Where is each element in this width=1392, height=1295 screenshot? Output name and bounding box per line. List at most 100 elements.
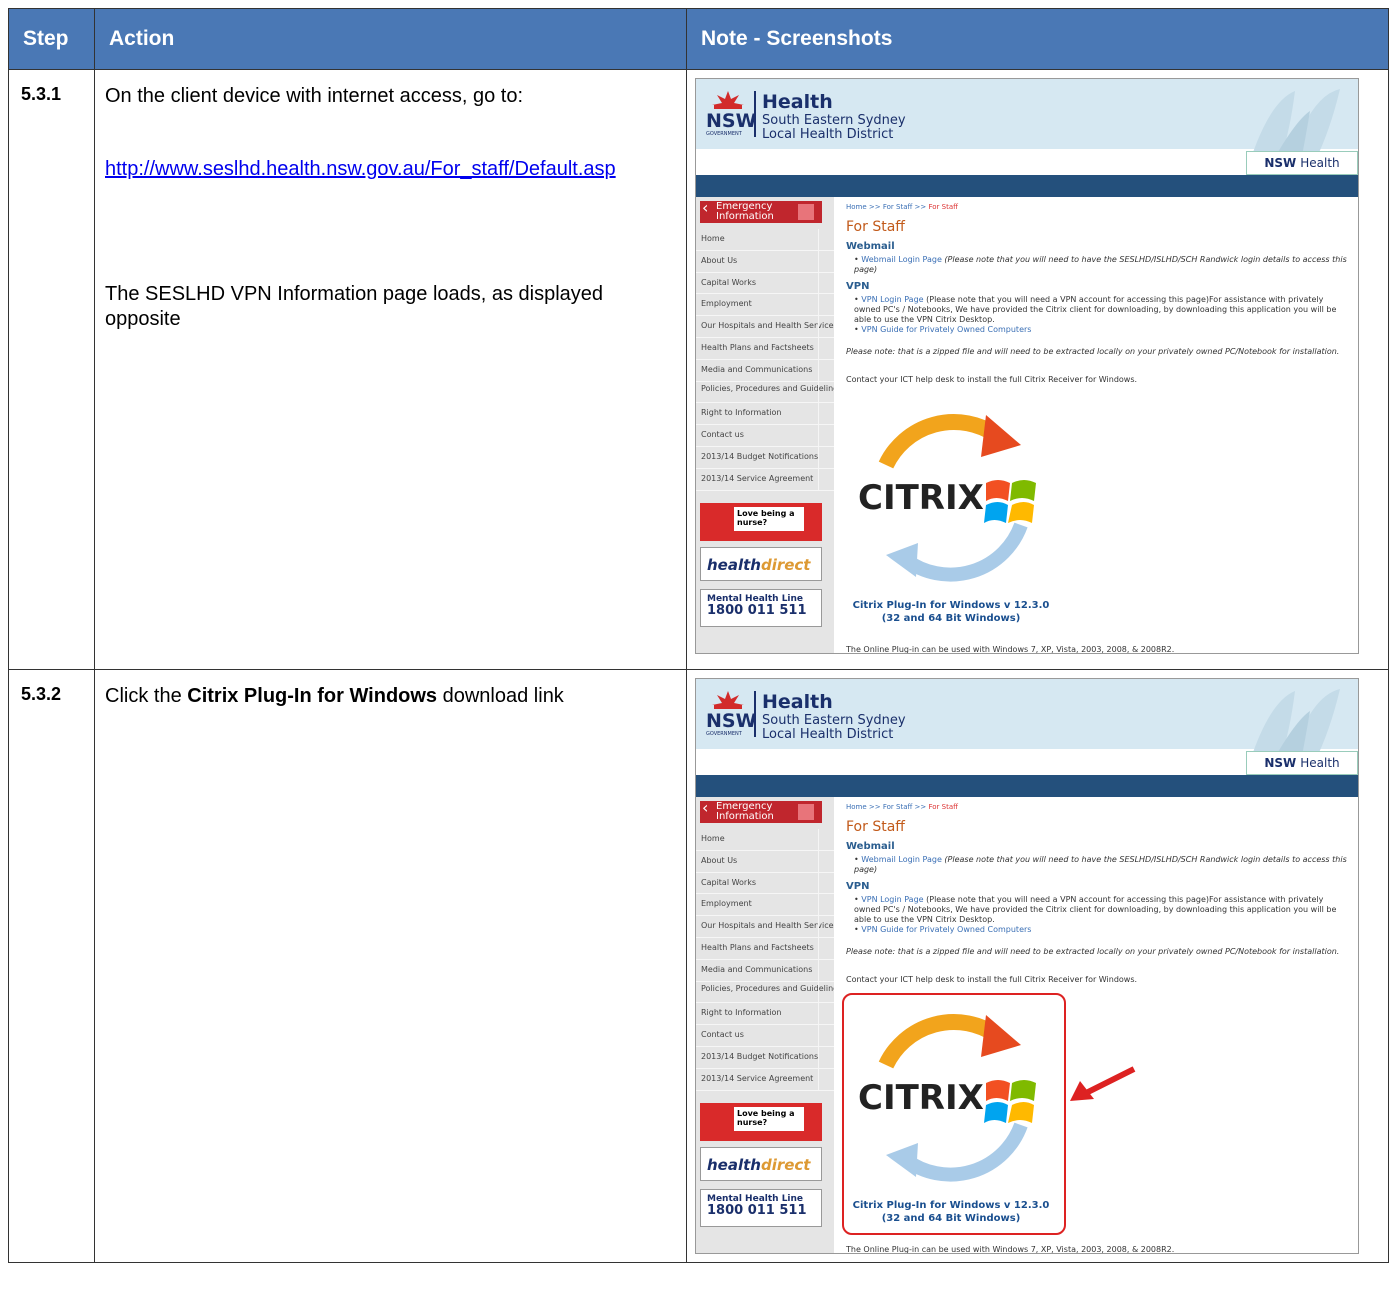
waratah-icon <box>712 691 744 709</box>
header-step: Step <box>8 8 95 70</box>
sidebar-nav-item[interactable]: Policies, Procedures and Guidelines <box>696 981 834 1004</box>
action-cell: On the client device with internet acces… <box>94 69 687 670</box>
sidebar-nav-item[interactable]: 2013/14 Budget Notifications <box>696 1046 834 1069</box>
webmail-item: • Webmail Login Page (Please note that y… <box>854 855 1347 874</box>
sidebar-nav-item[interactable]: Health Plans and Factsheets <box>696 937 834 960</box>
cross-icon <box>798 204 814 220</box>
chevron-left-icon: ‹ <box>702 198 709 217</box>
mental-health-line-banner[interactable]: Mental Health Line 1800 011 511 <box>700 589 822 627</box>
sidebar-nav-item[interactable]: Right to Information <box>696 403 834 426</box>
sidebar-nav-item[interactable]: Employment <box>696 894 834 917</box>
svg-text:CITRIX: CITRIX <box>858 478 984 518</box>
health-title: Health <box>762 691 833 713</box>
nurse-ad-banner[interactable]: Love being a nurse? <box>700 503 822 541</box>
district-name: South Eastern Sydney <box>762 113 906 128</box>
nsw-logo: NSW <box>706 710 757 732</box>
sidebar-nav-item[interactable]: Contact us <box>696 425 834 447</box>
vpn-items: • VPN Login Page (Please note that you w… <box>854 895 1337 934</box>
vpn-guide-link[interactable]: VPN Guide for Privately Owned Computers <box>861 925 1031 934</box>
action-result-text: The SESLHD VPN Information page loads, a… <box>105 283 604 330</box>
sidebar-nav-item[interactable]: Capital Works <box>696 272 834 295</box>
action-cell: Click the Citrix Plug-In for Windows dow… <box>94 669 687 1263</box>
district-name-2: Local Health District <box>762 127 894 142</box>
webmail-heading: Webmail <box>846 841 895 852</box>
chevron-left-icon: ‹ <box>702 798 709 817</box>
sidebar-nav-item[interactable]: Employment <box>696 294 834 317</box>
breadcrumb: Home >> For Staff >> For Staff <box>846 203 958 211</box>
district-name-2: Local Health District <box>762 727 894 742</box>
zip-note: Please note: that is a zipped file and w… <box>846 347 1340 356</box>
nsw-logo: NSW <box>706 110 757 132</box>
health-title: Health <box>762 91 833 113</box>
table-header-row: Step Action Note - Screenshots <box>8 8 1389 70</box>
site-navbar <box>696 775 1358 797</box>
healthdirect-ad-banner[interactable]: healthdirect <box>700 547 822 581</box>
citrix-plugin-download-link[interactable]: CITRIX <box>846 395 1056 595</box>
website-screenshot: NSW GOVERNMENT Health South Eastern Sydn… <box>695 78 1359 654</box>
sidebar-nav-item[interactable]: 2013/14 Budget Notifications <box>696 446 834 469</box>
contact-note: Contact your ICT help desk to install th… <box>846 975 1138 984</box>
webmail-item: • Webmail Login Page (Please note that y… <box>854 255 1347 274</box>
vpn-guide-link[interactable]: VPN Guide for Privately Owned Computers <box>861 325 1031 334</box>
sidebar-nav-item[interactable]: Contact us <box>696 1025 834 1047</box>
step-number: 5.3.1 <box>8 69 95 670</box>
header-note: Note - Screenshots <box>686 8 1389 70</box>
district-name: South Eastern Sydney <box>762 713 906 728</box>
citrix-plugin-caption[interactable]: Citrix Plug-In for Windows v 12.3.0 (32 a… <box>846 599 1056 625</box>
vpn-items: • VPN Login Page (Please note that you w… <box>854 295 1337 334</box>
site-navbar <box>696 175 1358 197</box>
highlight-box <box>842 993 1066 1235</box>
step-number: 5.3.2 <box>8 669 95 1263</box>
sidebar-nav-item[interactable]: Media and Communications <box>696 359 834 382</box>
webmail-login-link[interactable]: Webmail Login Page <box>861 255 942 264</box>
seslhd-link[interactable]: http://www.seslhd.health.nsw.gov.au/For_… <box>105 157 676 182</box>
sidebar-nav-item[interactable]: Right to Information <box>696 1003 834 1026</box>
nurse-ad-banner[interactable]: Love being a nurse? <box>700 1103 822 1141</box>
sidebar-nav-item[interactable]: Media and Communications <box>696 959 834 982</box>
sidebar-nav-item[interactable]: About Us <box>696 850 834 873</box>
waratah-icon <box>712 91 744 109</box>
sidebar-nav-item[interactable]: Home <box>696 229 834 251</box>
procedure-table: Step Action Note - Screenshots 5.3.1 On … <box>8 8 1389 1263</box>
nsw-health-tab[interactable]: NSW Health <box>1246 151 1358 175</box>
sidebar-nav-item[interactable]: Capital Works <box>696 872 834 895</box>
sidebar-nav-item[interactable]: Our Hospitals and Health Services <box>696 316 834 338</box>
red-arrow-icon <box>1070 1066 1136 1101</box>
action-text-pre: Click the <box>105 685 188 707</box>
sidebar-nav-item[interactable]: 2013/14 Service Agreement <box>696 1068 834 1091</box>
site-header: NSW GOVERNMENT Health South Eastern Sydn… <box>696 679 1358 766</box>
healthdirect-ad-banner[interactable]: healthdirect <box>700 1147 822 1181</box>
online-plugin-note: The Online Plug-in can be used with Wind… <box>846 1245 1175 1254</box>
screenshot-cell: NSW GOVERNMENT Health South Eastern Sydn… <box>686 69 1389 670</box>
sidebar-nav-item[interactable]: Policies, Procedures and Guidelines <box>696 381 834 404</box>
emergency-information-button[interactable]: ‹ Emergency Information <box>700 798 822 823</box>
sidebar-nav-item[interactable]: About Us <box>696 250 834 273</box>
vpn-heading: VPN <box>846 881 870 892</box>
screenshot-cell: NSW GOVERNMENT Health South Eastern Sydn… <box>686 669 1389 1263</box>
sidebar-nav-item[interactable]: Health Plans and Factsheets <box>696 337 834 360</box>
mental-health-line-banner[interactable]: Mental Health Line 1800 011 511 <box>700 1189 822 1227</box>
zip-note: Please note: that is a zipped file and w… <box>846 947 1340 956</box>
sidebar-nav-item[interactable]: Home <box>696 829 834 851</box>
government-label: GOVERNMENT <box>706 131 742 137</box>
action-text: On the client device with internet acces… <box>105 85 523 107</box>
sidebar-nav-item[interactable]: 2013/14 Service Agreement <box>696 468 834 491</box>
header-action: Action <box>94 8 687 70</box>
breadcrumb: Home >> For Staff >> For Staff <box>846 803 958 811</box>
site-header: NSW GOVERNMENT Health South Eastern Sydn… <box>696 79 1358 166</box>
sidebar-nav: Home About Us Capital Works Employment Our H… <box>696 829 834 1091</box>
table-row: 5.3.2 Click the Citrix Plug-In for Windo… <box>8 669 1389 1263</box>
government-label: GOVERNMENT <box>706 731 742 737</box>
vpn-login-link[interactable]: VPN Login Page <box>861 895 923 904</box>
webmail-heading: Webmail <box>846 241 895 252</box>
site-sidebar: ‹ Emergency Information Home About Us Capi… <box>696 797 834 1253</box>
sidebar-nav-item[interactable]: Our Hospitals and Health Services <box>696 916 834 938</box>
webmail-login-link[interactable]: Webmail Login Page <box>861 855 942 864</box>
action-text-post: download link <box>437 685 564 707</box>
emergency-information-button[interactable]: ‹ Emergency Information <box>700 198 822 223</box>
page-title: For Staff <box>846 219 905 235</box>
website-screenshot-highlighted: NSW GOVERNMENT Health South Eastern Sydn… <box>695 678 1359 1254</box>
vpn-login-link[interactable]: VPN Login Page <box>861 295 923 304</box>
page-title: For Staff <box>846 819 905 835</box>
nsw-health-tab[interactable]: NSW Health <box>1246 751 1358 775</box>
